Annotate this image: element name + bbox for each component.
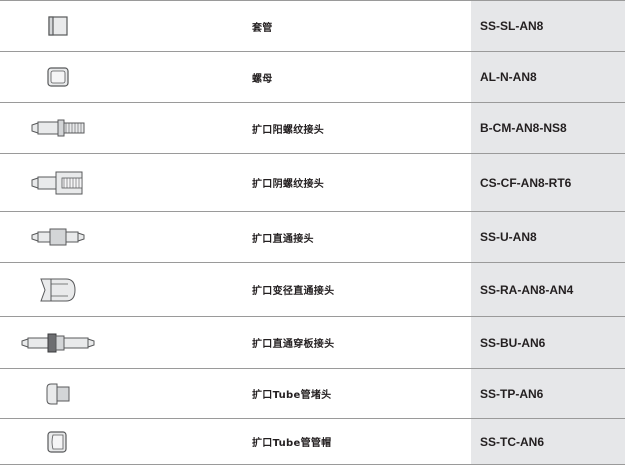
flared-tube-plug-icon [43, 382, 73, 406]
table-row: 扩口阳螺纹接头 B-CM-AN8-NS8 [0, 103, 625, 154]
part-name: 套管 [252, 22, 273, 34]
parts-table: 套管 SS-SL-AN8 螺母 AL-N-AN8 扩口阳螺纹接头 B-CM-AN… [0, 0, 625, 465]
table-row: 扩口直通穿板接头 SS-BU-AN6 [0, 317, 625, 369]
part-code: SS-TP-AN6 [471, 369, 625, 418]
flared-tube-cap-icon [45, 430, 71, 454]
part-name: 扩口Tube管管帽 [252, 438, 332, 449]
part-name: 扩口变径直通接头 [252, 286, 335, 297]
part-code: SS-BU-AN6 [471, 317, 625, 368]
part-code: CS-CF-AN8-RT6 [471, 154, 625, 211]
table-row: 螺母 AL-N-AN8 [0, 52, 625, 103]
part-name: 螺母 [252, 73, 273, 85]
flared-male-connector-icon [30, 117, 86, 139]
part-code: B-CM-AN8-NS8 [471, 103, 625, 153]
part-name: 扩口阴螺纹接头 [252, 179, 325, 190]
part-code: SS-TC-AN6 [471, 419, 625, 464]
nut-icon [46, 66, 70, 88]
flared-bulkhead-union-icon [20, 331, 96, 355]
table-row: 套管 SS-SL-AN8 [0, 0, 625, 52]
table-row: 扩口Tube管堵头 SS-TP-AN6 [0, 369, 625, 419]
flared-union-icon [30, 226, 86, 248]
table-row: 扩口变径直通接头 SS-RA-AN8-AN4 [0, 263, 625, 317]
table-row: 扩口Tube管管帽 SS-TC-AN6 [0, 419, 625, 465]
part-name: 扩口阳螺纹接头 [252, 124, 325, 136]
table-row: 扩口直通接头 SS-U-AN8 [0, 212, 625, 263]
part-code: SS-RA-AN8-AN4 [471, 263, 625, 316]
part-name: 扩口直通穿板接头 [252, 339, 335, 350]
flared-female-connector-icon [30, 170, 86, 196]
part-name: 扩口直通接头 [252, 233, 314, 245]
part-code: AL-N-AN8 [471, 52, 625, 102]
part-code: SS-SL-AN8 [471, 1, 625, 51]
sleeve-icon [46, 15, 70, 37]
table-row: 扩口阴螺纹接头 CS-CF-AN8-RT6 [0, 154, 625, 212]
flared-reducing-union-icon [38, 276, 78, 304]
part-code: SS-U-AN8 [471, 212, 625, 262]
part-name: 扩口Tube管堵头 [252, 390, 332, 401]
